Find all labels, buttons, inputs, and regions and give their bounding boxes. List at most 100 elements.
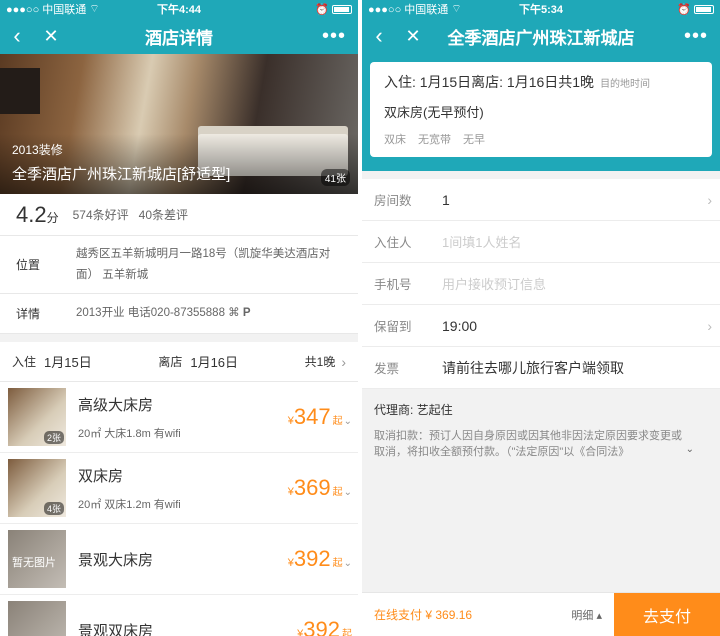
rooms-label: 房间数 xyxy=(374,194,412,208)
hotel-detail-screen: ●●●○○ 中国联通 ⌔ 下午4:44 ⏰ ‹ ✕ 酒店详情 ••• 2013装修… xyxy=(0,0,358,636)
no-image-text: 暂无图片 xyxy=(12,557,56,569)
details-value: 2013开业 电话020-87355888 ⌘ P xyxy=(76,303,251,324)
room-price[interactable]: ¥369 起 ⌄ xyxy=(288,475,352,501)
room-thumbnail[interactable]: 2张 xyxy=(8,388,66,446)
status-bar: ●●●○○ 中国联通 ⌔ 下午4:44 ⏰ xyxy=(0,0,358,18)
close-icon[interactable]: ✕ xyxy=(34,18,68,54)
hold-label: 保留到 xyxy=(374,320,412,334)
guest-label: 入住人 xyxy=(374,236,412,250)
price-value: 392 xyxy=(303,617,340,636)
details-row[interactable]: 详情 2013开业 电话020-87355888 ⌘ P xyxy=(0,294,358,334)
details-text: 2013开业 电话020-87355888 xyxy=(76,307,225,319)
rating-score: 4.2 xyxy=(16,201,47,227)
room-thumbnail[interactable] xyxy=(8,601,66,636)
rooms-selector[interactable]: 房间数 1 › xyxy=(362,179,720,221)
chevron-down-icon: ⌄ xyxy=(343,487,352,498)
booking-card: 入住: 1月15日离店: 1月16日共1晚 目的地时间 双床房(无早预付) 双床 … xyxy=(370,62,712,157)
room-tag: 无早 xyxy=(463,134,485,146)
room-type: 双床房(无早预付) xyxy=(384,105,484,120)
carrier: ●●●○○ 中国联通 xyxy=(368,4,449,16)
price-from: 起 xyxy=(332,487,343,498)
battery-icon xyxy=(332,4,352,14)
hold-time-selector[interactable]: 保留到 19:00 › xyxy=(362,305,720,347)
room-price[interactable]: ¥392 起 ⌄ xyxy=(288,546,352,572)
invoice-value: 请前往去哪儿旅行客户端领取 xyxy=(442,359,624,376)
agent-info: 代理商: 艺起住 取消扣款：预订人因自身原因或因其他非因法定原因要求变更或取消，… xyxy=(362,389,720,460)
hotel-hero-image[interactable]: 2013装修 全季酒店广州珠江新城店[舒适型] 41张 xyxy=(0,54,358,194)
room-item[interactable]: 景观双床房 ¥392 起 xyxy=(0,595,358,636)
wifi-icon: ⌔ xyxy=(451,3,462,15)
booking-summary: 入住: 1月15日离店: 1月16日共1晚 目的地时间 双床房(无早预付) 双床 … xyxy=(362,54,720,171)
price-from: 起 xyxy=(342,629,352,636)
guest-input[interactable]: 1间填1人姓名 xyxy=(442,232,521,251)
room-thumbnail[interactable]: 4张 xyxy=(8,459,66,517)
room-price[interactable]: ¥392 起 xyxy=(297,617,352,636)
timezone-note: 目的地时间 xyxy=(600,79,651,90)
details-label: 详情 xyxy=(16,307,41,321)
room-tag: 无宽带 xyxy=(418,134,451,146)
checkout-date[interactable]: 1月16日 xyxy=(190,352,238,371)
chevron-down-icon[interactable]: ⌄ xyxy=(686,442,694,458)
rooms-value: 1 xyxy=(442,191,450,208)
cancel-policy[interactable]: 取消扣款：预订人因自身原因或因其他非因法定原因要求变更或取消，将扣收全额预付款。… xyxy=(374,428,708,460)
chevron-right-icon: › xyxy=(341,353,347,370)
room-photo-detail xyxy=(0,68,40,114)
phone-label: 手机号 xyxy=(374,278,412,292)
carrier: ●●●○○ 中国联通 xyxy=(6,4,87,16)
checkout-label: 离店 xyxy=(158,355,183,369)
date-selector[interactable]: 入住 1月15日 离店 1月16日 共1晚 › xyxy=(0,342,358,382)
rating-unit: 分 xyxy=(46,211,59,225)
bad-reviews[interactable]: 40条差评 xyxy=(139,206,188,223)
pay-bar: 在线支付 ¥ 369.16 明细 ▴ 去支付 xyxy=(362,592,720,636)
thumb-count: 4张 xyxy=(43,502,64,515)
booking-form: 房间数 1 › 入住人 1间填1人姓名 手机号 用户接收预订信息 保留到 19:00 › 发… xyxy=(362,179,720,389)
online-payment-total: 在线支付 ¥ 369.16 xyxy=(374,608,473,622)
price-detail-toggle[interactable]: 明细 ▴ xyxy=(571,607,602,623)
nights-count: 共1晚 xyxy=(304,355,336,369)
chevron-down-icon: ⌄ xyxy=(343,558,352,569)
rating-row[interactable]: 4.2 分 574条好评 40条差评 xyxy=(0,194,358,236)
room-tags: 双床 无宽带 无早 xyxy=(384,131,698,147)
price-value: 347 xyxy=(293,404,331,429)
stay-dates-text: 入住: 1月15日离店: 1月16日共1晚 xyxy=(384,74,595,90)
room-thumbnail[interactable]: 暂无图片 xyxy=(8,530,66,588)
room-tag: 双床 xyxy=(384,134,406,146)
back-icon[interactable]: ‹ xyxy=(0,18,34,54)
alarm-icon: ⏰ xyxy=(677,3,691,16)
more-icon[interactable]: ••• xyxy=(672,18,720,54)
pay-button[interactable]: 去支付 xyxy=(614,592,720,636)
back-icon[interactable]: ‹ xyxy=(362,18,396,54)
invoice-label: 发票 xyxy=(374,362,400,376)
room-price[interactable]: ¥347 起 ⌄ xyxy=(288,404,352,430)
price-from: 起 xyxy=(332,416,343,427)
location-row[interactable]: 位置 越秀区五羊新城明月一路18号（凯旋华美达酒店对面） 五羊新城 xyxy=(0,236,358,294)
hotel-name: 全季酒店广州珠江新城店[舒适型] xyxy=(12,166,231,183)
phone-field[interactable]: 手机号 用户接收预订信息 xyxy=(362,263,720,305)
wifi-icon: ⌔ xyxy=(89,3,100,15)
location-label: 位置 xyxy=(16,258,41,272)
room-item[interactable]: 暂无图片 景观大床房 ¥392 起 ⌄ xyxy=(0,524,358,595)
nav-bar: ‹ ✕ 酒店详情 ••• xyxy=(0,18,358,54)
status-bar: ●●●○○ 中国联通 ⌔ 下午5:34 ⏰ xyxy=(362,0,720,18)
checkin-date[interactable]: 1月15日 xyxy=(44,352,92,371)
agent-name: 代理商: 艺起住 xyxy=(374,403,453,417)
alarm-icon: ⏰ xyxy=(315,3,329,16)
close-icon[interactable]: ✕ xyxy=(396,18,430,54)
more-icon[interactable]: ••• xyxy=(310,18,358,54)
location-address: 越秀区五羊新城明月一路18号（凯旋华美达酒店对面） 五羊新城 xyxy=(76,247,331,281)
guest-name-field[interactable]: 入住人 1间填1人姓名 xyxy=(362,221,720,263)
nav-bar: ‹ ✕ 全季酒店广州珠江新城店 ••• xyxy=(362,18,720,54)
good-reviews[interactable]: 574条好评 xyxy=(73,206,129,223)
battery-icon xyxy=(694,4,714,14)
room-item[interactable]: 2张 高级大床房 20㎡ 大床1.8m 有wifi ¥347 起 ⌄ xyxy=(0,382,358,453)
room-item[interactable]: 4张 双床房 20㎡ 双床1.2m 有wifi ¥369 起 ⌄ xyxy=(0,453,358,524)
photo-count-badge: 41张 xyxy=(320,169,350,186)
chevron-down-icon: ⌄ xyxy=(343,416,352,427)
wifi-icon: ⌘ xyxy=(228,307,240,319)
price-from: 起 xyxy=(332,558,343,569)
price-value: 392 xyxy=(293,546,331,571)
chevron-right-icon: › xyxy=(707,191,712,208)
chevron-right-icon: › xyxy=(707,317,712,334)
phone-input[interactable]: 用户接收预订信息 xyxy=(442,274,546,293)
renovation-year: 2013装修 xyxy=(12,143,63,157)
